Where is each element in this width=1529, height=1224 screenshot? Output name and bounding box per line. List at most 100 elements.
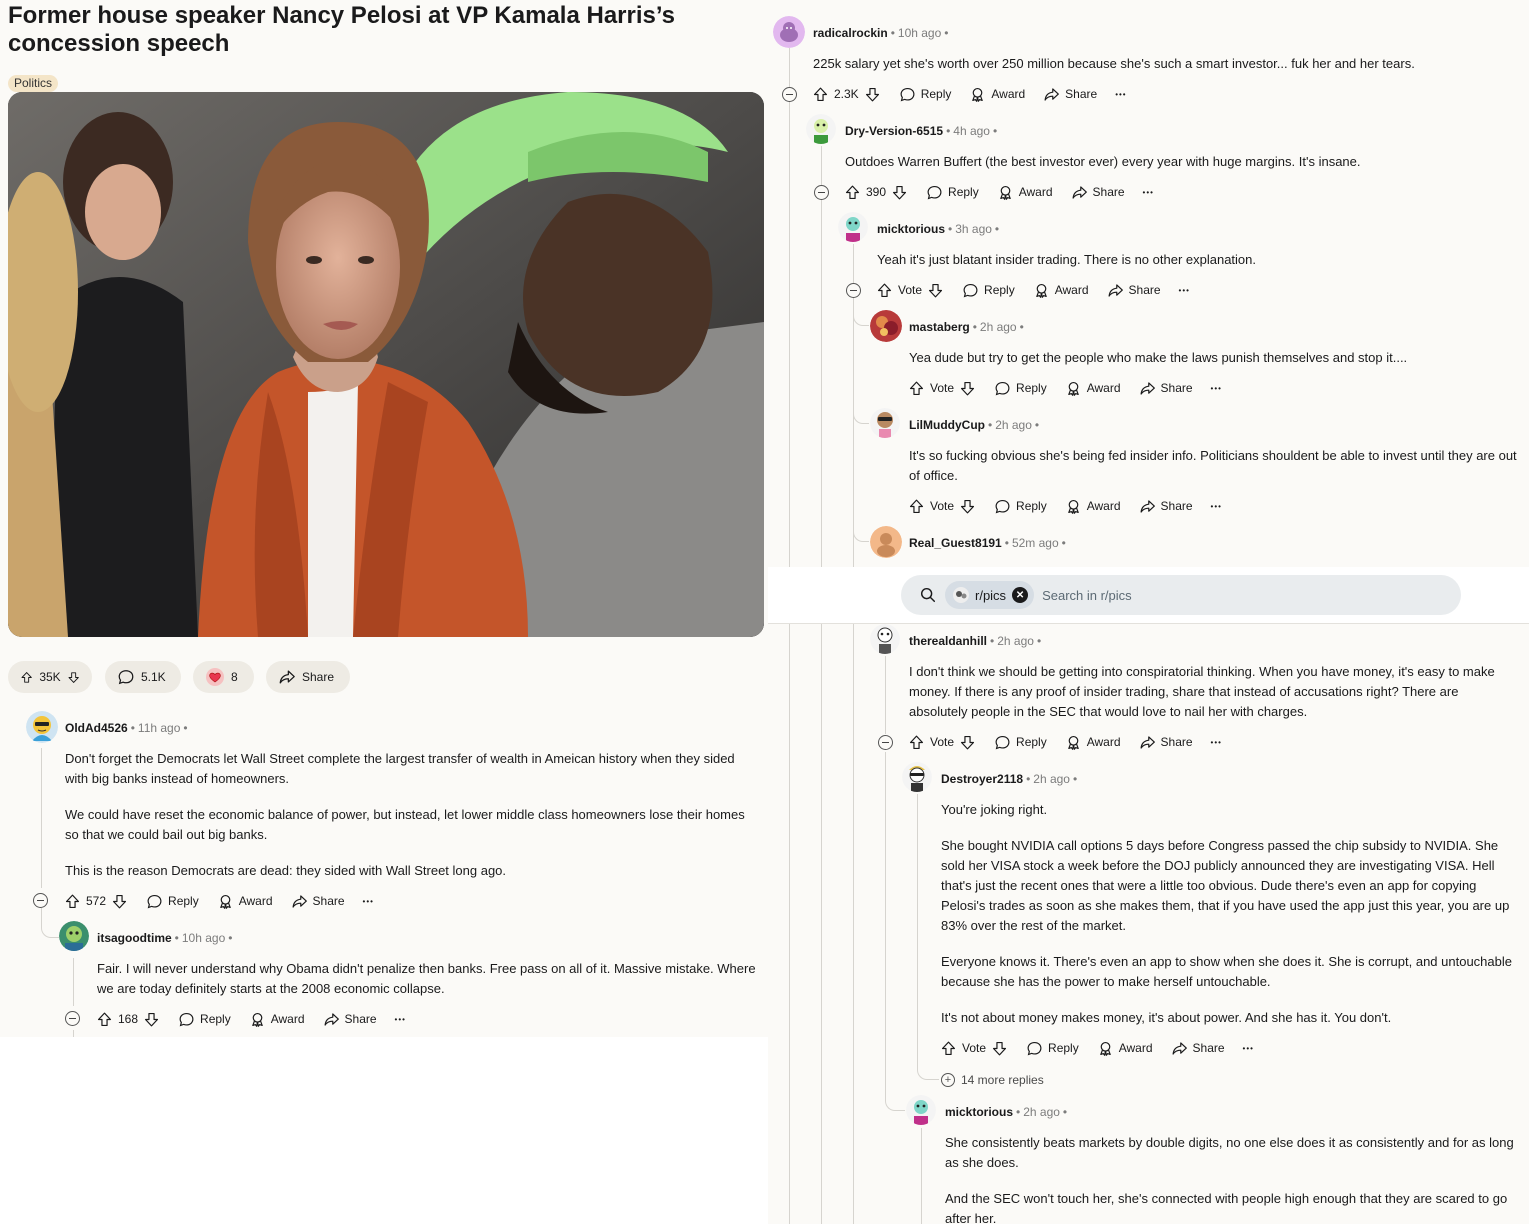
collapse-thread-button[interactable] [878,735,893,750]
reply-button[interactable]: Reply [994,734,1047,751]
award-button[interactable]: Award [1097,1040,1153,1057]
post-flair[interactable]: Politics [8,75,59,92]
comment-time[interactable]: 4h ago [953,124,990,138]
comment-author[interactable]: OldAd4526 [65,721,128,735]
more-options-button[interactable]: ••• [363,897,374,906]
share-button[interactable]: Share [291,893,345,910]
share-button[interactable]: Share [1139,380,1193,397]
award-button[interactable]: Award [217,893,273,910]
share-button[interactable]: Share [323,1011,377,1028]
post-title[interactable]: Former house speaker Nancy Pelosi at VP … [8,2,768,58]
comment-author[interactable]: micktorious [945,1105,1013,1119]
share-button[interactable]: Share [1139,498,1193,515]
collapse-thread-button[interactable] [814,185,829,200]
avatar[interactable] [806,114,836,144]
avatar[interactable] [870,310,902,342]
comment-author[interactable]: Dry-Version-6515 [845,124,943,138]
comment-time[interactable]: 2h ago [980,320,1017,334]
thread-line[interactable] [917,794,918,1052]
thread-line[interactable] [821,146,822,1224]
post-image[interactable] [8,92,764,637]
share-button[interactable]: Share [1071,184,1125,201]
avatar[interactable] [838,212,868,242]
downvote-icon[interactable] [143,1011,160,1028]
share-button[interactable]: Share [1107,282,1161,299]
reply-button[interactable]: Reply [899,86,951,103]
more-options-button[interactable]: ••• [1143,188,1154,197]
avatar[interactable] [870,624,900,654]
post-share-button[interactable]: Share [266,661,350,693]
comment-author[interactable]: Real_Guest8191 [909,536,1002,550]
thread-line[interactable] [789,48,790,1224]
avatar[interactable] [870,526,902,558]
more-options-button[interactable]: ••• [1211,738,1222,747]
award-button[interactable]: Award [1065,380,1121,397]
comment-time[interactable]: 2h ago [997,634,1034,648]
comment-time[interactable]: 2h ago [995,418,1032,432]
downvote-icon[interactable] [927,282,944,299]
reply-button[interactable]: Reply [962,282,1015,299]
collapse-thread-button[interactable] [846,283,861,298]
thread-line[interactable] [73,958,74,1006]
upvote-icon[interactable] [64,893,81,910]
comment-time[interactable]: 2h ago [1023,1105,1060,1119]
comment-author[interactable]: micktorious [877,222,945,236]
share-button[interactable]: Share [1171,1040,1225,1057]
award-button[interactable]: Award [1065,734,1121,751]
award-button[interactable]: Award [1065,498,1121,515]
upvote-icon[interactable] [908,498,925,515]
avatar[interactable] [902,762,932,792]
upvote-icon[interactable] [940,1040,957,1057]
thread-line[interactable] [885,752,886,1097]
post-award-button[interactable]: 8 [193,661,254,693]
more-options-button[interactable]: ••• [1115,90,1126,99]
avatar[interactable] [870,408,900,438]
collapse-thread-button[interactable] [33,893,48,908]
comment-time[interactable]: 3h ago [955,222,992,236]
collapse-thread-button[interactable] [782,87,797,102]
comment-author[interactable]: mastaberg [909,320,970,334]
upvote-icon[interactable] [908,734,925,751]
avatar[interactable] [906,1095,936,1125]
upvote-icon[interactable] [96,1011,113,1028]
reply-button[interactable]: Reply [178,1011,231,1028]
share-button[interactable]: Share [1139,734,1193,751]
downvote-icon[interactable] [67,669,80,686]
thread-line[interactable] [41,748,42,888]
award-button[interactable]: Award [969,86,1025,103]
comment-time[interactable]: 10h ago [182,931,225,945]
comment-author[interactable]: itsagoodtime [97,931,172,945]
downvote-icon[interactable] [959,380,976,397]
upvote-icon[interactable] [812,86,829,103]
avatar[interactable] [773,16,805,48]
reply-button[interactable]: Reply [926,184,979,201]
comment-time[interactable]: 2h ago [1033,772,1070,786]
collapse-thread-button[interactable] [65,1011,80,1026]
reply-button[interactable]: Reply [1026,1040,1079,1057]
comment-author[interactable]: therealdanhill [909,634,987,648]
more-options-button[interactable]: ••• [1211,502,1222,511]
upvote-icon[interactable] [908,380,925,397]
share-button[interactable]: Share [1043,86,1097,103]
post-comments-button[interactable]: 5.1K [105,661,181,693]
comment-author[interactable]: radicalrockin [813,26,888,40]
downvote-icon[interactable] [991,1040,1008,1057]
avatar[interactable] [59,921,89,951]
award-button[interactable]: Award [997,184,1053,201]
avatar[interactable] [26,711,58,743]
award-button[interactable]: Award [249,1011,305,1028]
downvote-icon[interactable] [111,893,128,910]
thread-line[interactable] [885,656,886,734]
downvote-icon[interactable] [864,86,881,103]
downvote-icon[interactable] [891,184,908,201]
comment-time[interactable]: 11h ago [138,721,181,735]
comment-author[interactable]: LilMuddyCup [909,418,985,432]
comment-author[interactable]: Destroyer2118 [941,772,1023,786]
search-input[interactable]: r/pics ✕ Search in r/pics [901,575,1461,615]
subreddit-chip[interactable]: r/pics ✕ [945,581,1035,609]
award-button[interactable]: Award [1033,282,1089,299]
upvote-icon[interactable] [844,184,861,201]
reply-button[interactable]: Reply [146,893,199,910]
more-options-button[interactable]: ••• [395,1015,406,1024]
thread-line[interactable] [853,624,854,1224]
